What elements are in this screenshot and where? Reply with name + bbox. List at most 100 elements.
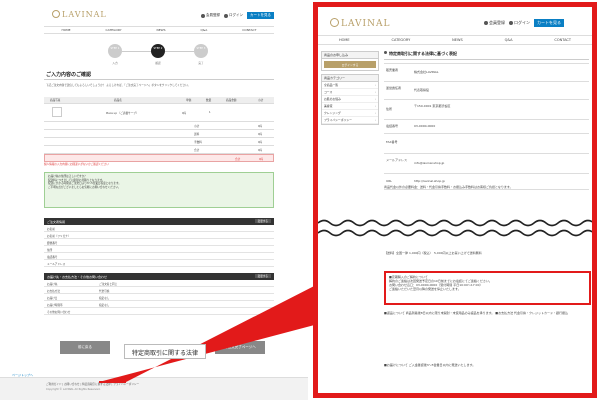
lock-icon [509,21,513,25]
edit-customer-button[interactable]: 変更する [254,219,271,223]
info-label: URL [386,179,392,183]
customer-info-table: ご注文者情報 変更する お名前 お名前（フリガナ） 郵便番号 住所 電話番号 メー… [44,218,274,267]
price-info-text: 商品代金以外の必要料金：送料・代金引換手数料・お振込み手数料はお客様ご負担となり… [384,185,513,189]
nav-qa[interactable]: Q&A [201,28,208,32]
step-3-label: 完了 [198,62,204,65]
nav-category[interactable]: CATEGORY [392,38,411,42]
view-cart-button[interactable]: カートを見る [534,19,564,27]
email-link[interactable]: info@lavinal.shop.jp [414,161,586,165]
info-value: 株式会社LAVINAL [414,70,439,74]
highlight-underline [99,381,126,383]
delivery-info-title: お届け先・お支払方法・その他お問い合わせ [47,275,108,279]
page-title-text: 特定商取引に関する法律に基づく表記 [389,51,457,56]
logo-mark-icon [330,18,339,27]
member-register-link[interactable]: 会員登録 [484,20,505,26]
page-title: 特定商取引に関する法律に基づく表記 [384,51,589,60]
sidebar-category-box: 商品カテゴリー 全商品一覧 › コース › お肌のお悩み › 美容液 › クレンジング ›… [321,74,379,125]
checkout-steps: STEP 1 STEP 2 STEP 3 入力 確認 完了 [108,44,208,68]
wave-line [318,219,592,227]
member-register-label: 会員登録 [206,13,220,17]
table-row: お届け日 指定なし [44,294,274,301]
row-value: 0円 [258,141,263,144]
site-logo[interactable]: LAVINAL [330,18,390,29]
edit-delivery-button[interactable]: 変更する [254,274,271,278]
total-value: 0円 [259,158,264,161]
user-icon [484,21,488,25]
col-name: 商品名 [114,99,122,102]
legal-notice-zoom-panel: LAVINAL 会員登録 ログイン カートを見る HOME CATEGORY N… [313,2,597,398]
login-link[interactable]: ログイン [509,20,530,26]
table-row: お名前（フリガナ） [44,232,274,239]
customer-info-title: ご注文者情報 [47,220,66,224]
field-label: お支払方法 [47,290,60,293]
cancellation-highlight-box: ■定期購入のご解約について 解約のご連絡は次回発送予定日の10日前までにお電話に… [384,271,591,305]
sidebar-item[interactable]: プライバシーポリシー › [322,117,378,124]
nav-news[interactable]: NEWS [452,38,463,42]
table-row: お届け時間帯 指定なし [44,301,274,308]
field-label: 住所 [47,249,53,252]
info-label: 運営責任者 [386,86,402,90]
table-row: 送料 0円 [44,130,274,138]
delivery-info-table: お届け先・お支払方法・その他お問い合わせ 変更する お届け先 ご注文者と同じ お支払… [44,273,274,315]
nav-news[interactable]: NEWS [157,28,166,32]
cart-table: 商品写真 商品名 単価 数量 商品金額 小計 Piece up （ご請書サーブ）… [44,97,274,162]
sidebar-item-label: 美容液 [324,104,333,108]
field-label: 郵便番号 [47,242,58,245]
nav-home[interactable]: HOME [339,38,350,42]
complete-order-button[interactable]: ご注文完了ページへ [215,341,265,354]
member-register-link[interactable]: 会員登録 [201,13,220,18]
legal-notice-content: 特定商取引に関する法律に基づく表記 販売業者 株式会社LAVINAL 運営責任者代… [384,51,589,190]
table-row: メールアドレス [44,260,274,267]
footer-copyright: Copyright © LAVINAL All Rights Reserved. [46,388,101,391]
sidebar-category-title: 商品カテゴリー [322,75,378,82]
sidebar-item[interactable]: 全商品一覧 › [322,82,378,89]
site-footer: ご利用ガイド | お問い合わせ | 特定商取引に関する法律 | プライバシーポリ… [0,377,308,400]
sidebar-item[interactable]: 美容液 › [322,103,378,110]
info-value: 03-0000-0000 [414,124,436,128]
sidebar-item-label: お肌のお悩み [324,97,341,101]
sidebar-item[interactable]: コース › [322,89,378,96]
returns-info-text: ■返品について 商品到着後8日以内に限り未開封・未使用品のみ返品を承ります。 ■… [384,311,569,315]
nav-home[interactable]: HOME [61,28,70,32]
product-qty: 1 [209,111,211,114]
col-price: 単価 [186,99,192,102]
step-3: STEP 3 [194,44,208,58]
nav-contact[interactable]: CONTACT [554,38,571,42]
order-notes-box: お届け先の住所は正しいですか？ 配送料につきましては別途お見積りとなります。 配… [44,172,274,208]
chevron-right-icon: › [374,118,376,122]
step-2-label: 確認 [155,62,161,65]
nav-qa[interactable]: Q&A [505,38,513,42]
field-label: お届け時間帯 [47,304,63,307]
nav-contact[interactable]: CONTACT [242,28,256,32]
info-label: 住所 [386,107,393,111]
sidebar-item-label: プライバシーポリシー [324,118,352,122]
site-logo[interactable]: LAVINAL [52,10,107,19]
back-button[interactable]: 前に戻る [60,341,110,354]
view-cart-button[interactable]: カートを見る [247,12,274,19]
row-label: 手数料 [194,141,202,144]
url-link[interactable]: http://lavinal.shop.jp [414,179,586,183]
table-row: メールアドレス info@lavinal.shop.jp [384,154,589,174]
field-label: お名前 [47,228,55,231]
product-name: Piece up （ご請書サーブ） [106,112,139,115]
page-title: ご入力内容のご確認 [46,72,92,78]
confirmation-note: 下記ご注文内容で送信してもよろしいでしょうか？ よろしければ、「ご注文完了ページ… [46,84,191,87]
order-confirmation-page: LAVINAL 会員登録 ログイン カートを見る HOME CATEGORY N… [0,0,308,400]
info-label: 販売業者 [386,68,399,72]
sidebar-item[interactable]: クレンジング › [322,110,378,117]
sidebar-item-label: コース [324,90,333,94]
member-register-label: 会員登録 [489,20,505,25]
sidebar-login-button[interactable]: ログインする [324,61,376,68]
table-row: 住所 〒150-0001 東京都渋谷区 [384,100,589,120]
col-subtotal: 小計 [258,99,264,102]
cart-table-header: 商品写真 商品名 単価 数量 商品金額 小計 [44,97,274,104]
table-row: お届け先 ご注文者と同じ [44,280,274,287]
nav-category[interactable]: CATEGORY [106,28,122,32]
field-value: 代金引換 [99,290,110,293]
site-header: LAVINAL 会員登録 ログイン カートを見る [0,0,308,26]
login-link[interactable]: ログイン [224,13,243,18]
step-2: STEP 2 [151,44,165,58]
field-label: お名前（フリガナ） [47,235,71,238]
col-photo: 商品写真 [50,99,61,102]
sidebar-item[interactable]: お肌のお悩み › [322,96,378,103]
